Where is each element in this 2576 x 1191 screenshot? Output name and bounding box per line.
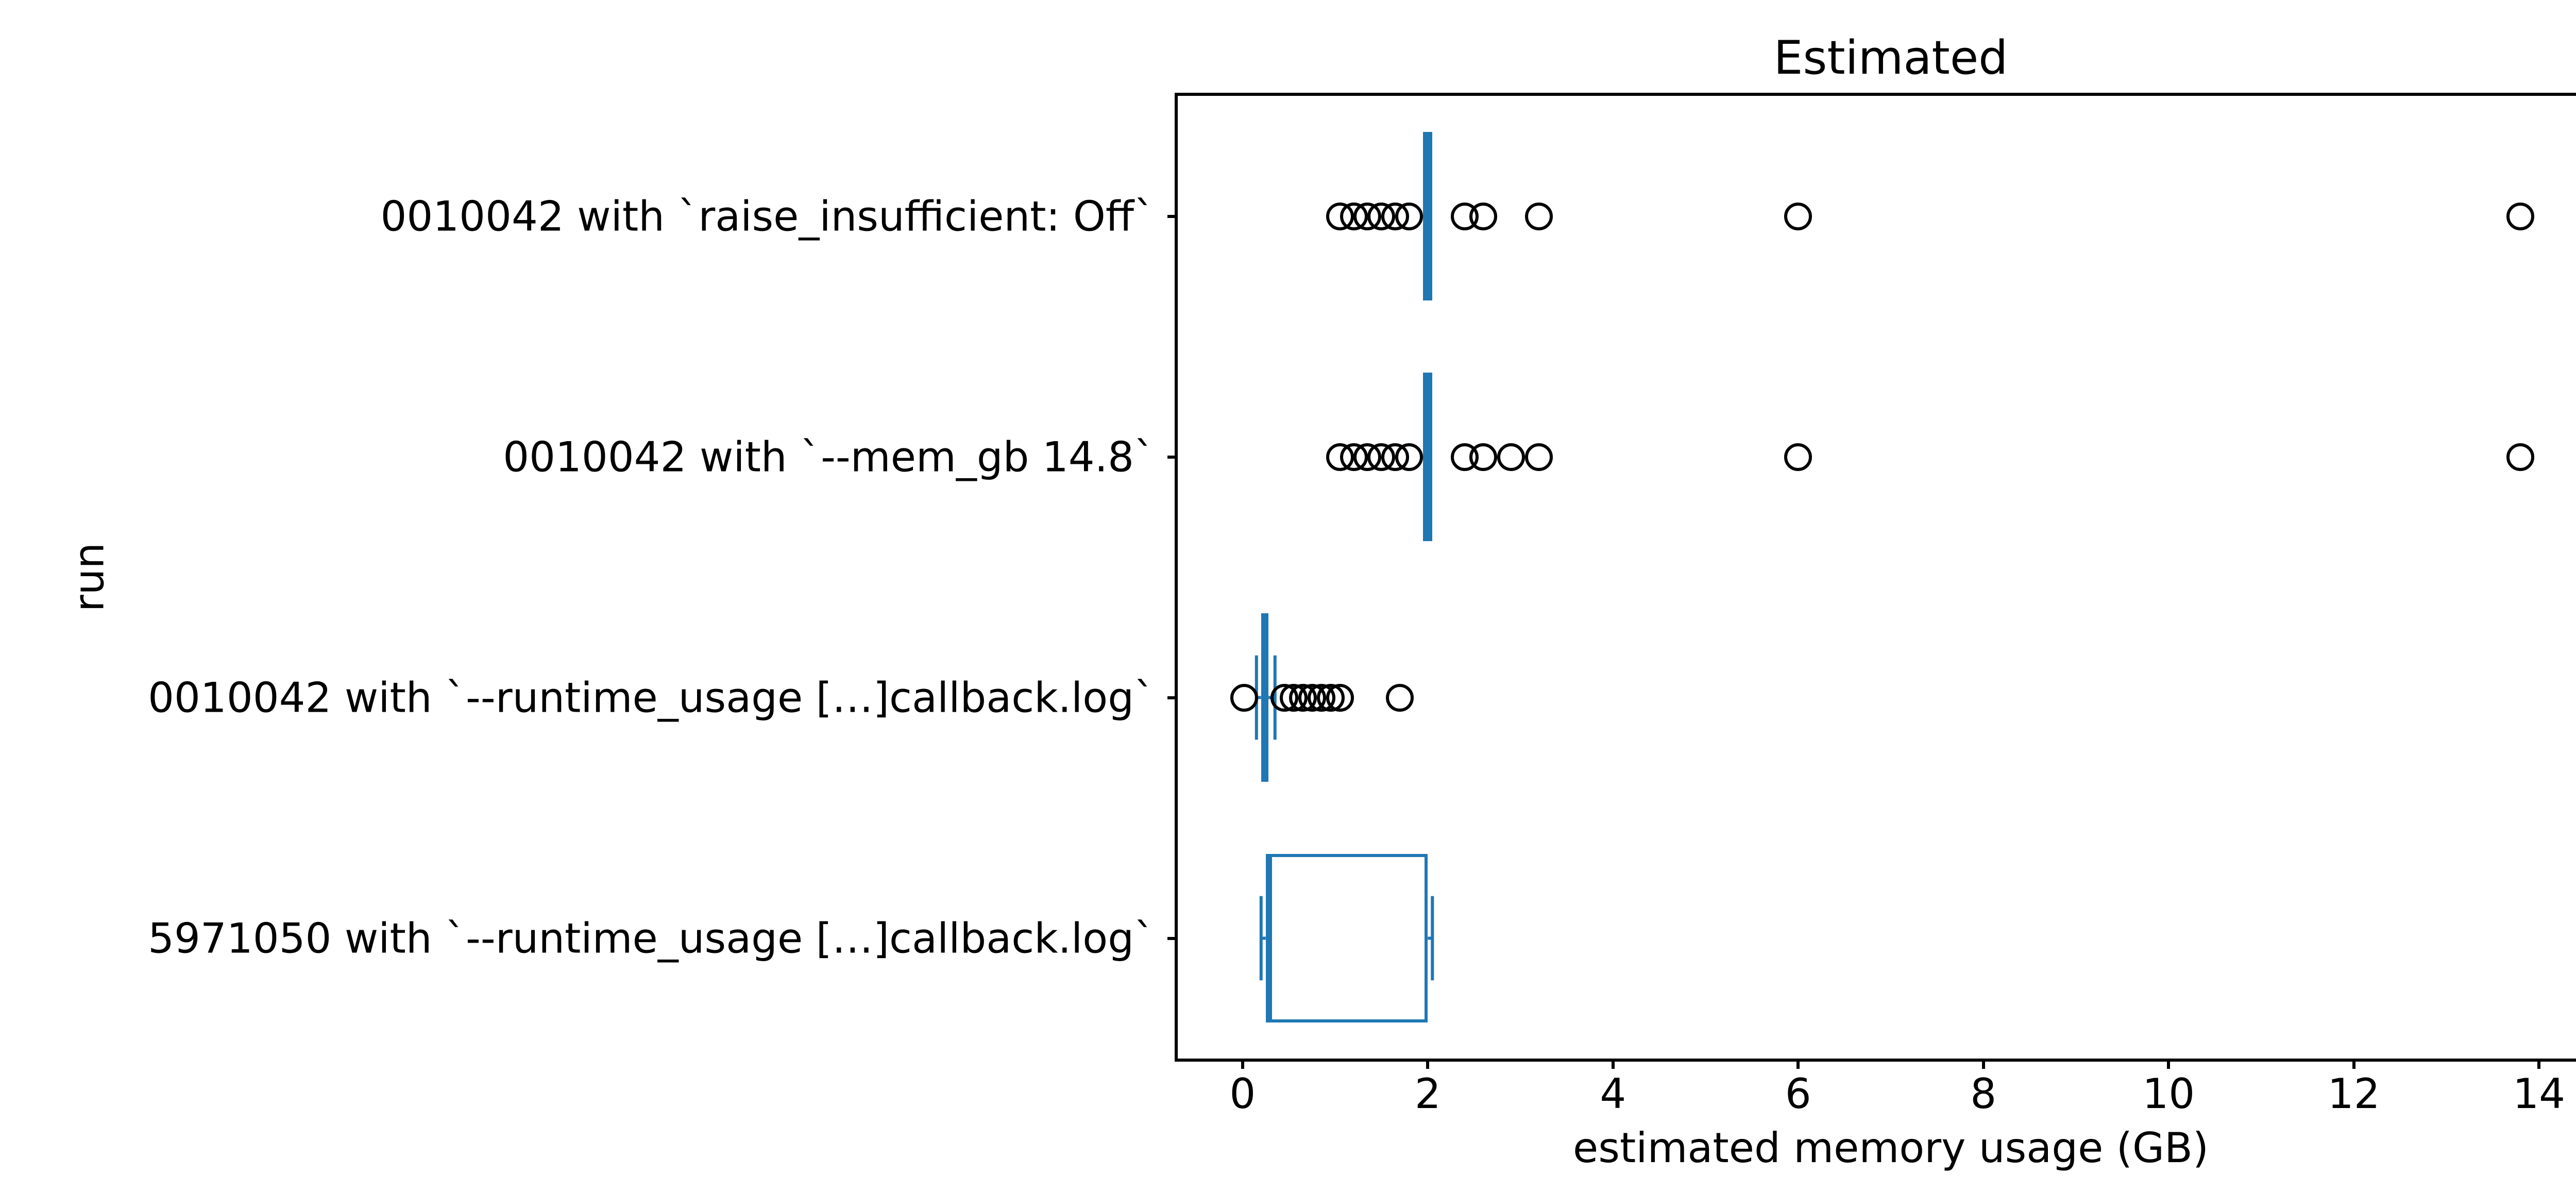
x-axis-label: estimated memory usage (GB) — [1573, 1124, 2209, 1172]
x-tick — [2352, 1059, 2355, 1069]
outlier-marker — [1469, 443, 1497, 471]
outlier-marker — [2506, 443, 2534, 471]
outlier-marker — [1395, 443, 1423, 471]
y-axis-label: run — [65, 543, 113, 612]
median-line — [1262, 613, 1265, 782]
outlier-marker — [1230, 684, 1258, 712]
y-tick — [1167, 215, 1178, 218]
x-tick-label: 2 — [1415, 1070, 1441, 1118]
axes: 024681012140010042 with `raise_insuffici… — [1175, 93, 2576, 1062]
outlier-marker — [1525, 443, 1553, 471]
outlier-marker — [1469, 203, 1497, 230]
outlier-marker — [1497, 443, 1525, 471]
x-tick — [1241, 1059, 1244, 1069]
outlier-marker — [1784, 203, 1812, 230]
x-tick-label: 12 — [2328, 1070, 2380, 1118]
outlier-marker — [1784, 443, 1812, 471]
x-tick — [1797, 1059, 1800, 1069]
outlier-marker — [1326, 684, 1354, 712]
median-line — [1426, 132, 1429, 300]
x-tick-label: 6 — [1785, 1070, 1811, 1118]
outlier-marker — [2506, 203, 2534, 230]
x-tick-label: 10 — [2142, 1070, 2195, 1118]
y-tick-label: 0010042 with `--mem_gb 14.8` — [503, 433, 1155, 481]
x-tick — [1982, 1059, 1985, 1069]
x-tick — [1426, 1059, 1429, 1069]
median-line — [1269, 854, 1272, 1022]
y-tick — [1167, 937, 1178, 940]
x-tick — [2167, 1059, 2170, 1069]
x-tick-label: 14 — [2513, 1070, 2565, 1118]
x-tick-label: 0 — [1229, 1070, 1256, 1118]
x-tick — [1612, 1059, 1615, 1069]
outlier-marker — [1525, 203, 1553, 230]
chart-title: Estimated — [1175, 31, 2576, 85]
x-tick-label: 8 — [1970, 1070, 1996, 1118]
plot-area: 024681012140010042 with `raise_insuffici… — [1178, 96, 2576, 1059]
y-tick-label: 5971050 with `--runtime_usage […]callbac… — [148, 914, 1155, 962]
median-line — [1426, 373, 1429, 541]
x-tick — [2537, 1059, 2540, 1069]
y-tick-label: 0010042 with `raise_insufficient: Off` — [380, 192, 1155, 240]
y-tick-label: 0010042 with `--runtime_usage […]callbac… — [148, 674, 1155, 722]
y-tick — [1167, 456, 1178, 459]
x-tick-label: 4 — [1600, 1070, 1626, 1118]
y-tick — [1167, 696, 1178, 699]
outlier-marker — [1386, 684, 1414, 712]
figure: Estimated 024681012140010042 with `raise… — [0, 0, 2576, 1191]
box — [1266, 854, 1428, 1022]
outlier-marker — [1395, 203, 1423, 230]
